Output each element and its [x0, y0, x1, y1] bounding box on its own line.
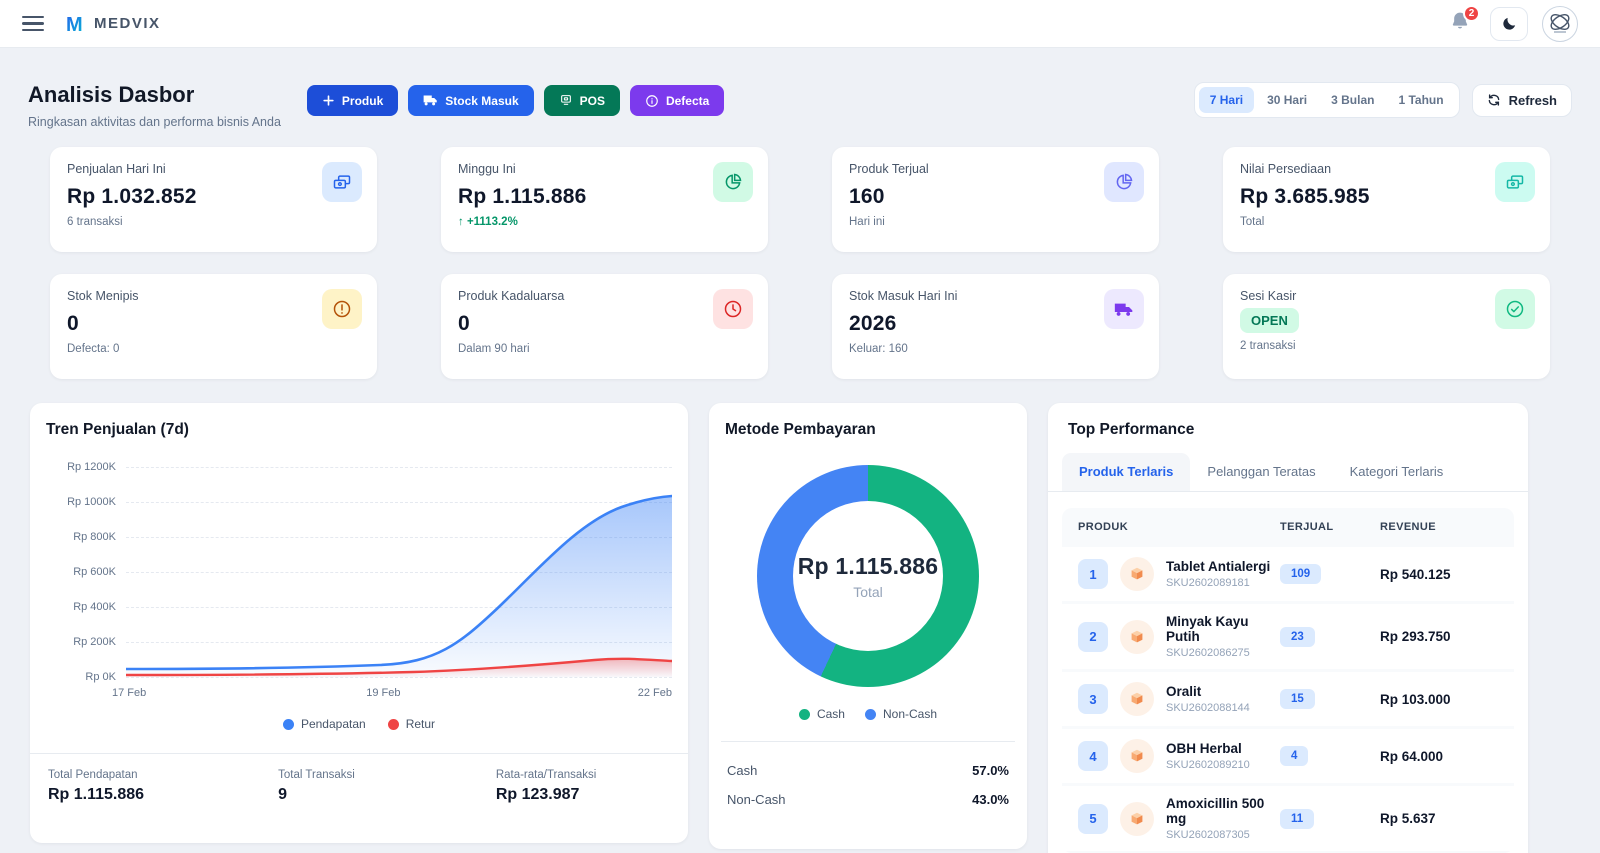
top-products-table: PRODUK TERJUAL REVENUE 1 Tablet Antialer…	[1062, 508, 1514, 853]
rank-badge: 3	[1078, 684, 1108, 714]
truck-icon	[1104, 289, 1144, 329]
cash-legend-dot	[798, 708, 810, 720]
pie-chart-icon	[713, 162, 753, 202]
top-performance-tabs: Produk Terlaris Pelanggan Teratas Katego…	[1048, 453, 1528, 492]
trend-summary: Total Pendapatan Rp 1.115.886 Total Trans…	[48, 769, 597, 803]
svg-text:M: M	[66, 14, 83, 35]
trend-lines	[126, 494, 672, 677]
stat-card-produk-kadaluarsa: Produk Kadaluarsa 0 Dalam 90 hari	[441, 274, 768, 379]
rank-badge: 5	[1078, 803, 1108, 834]
refresh-icon	[1488, 94, 1499, 106]
trend-legend: Pendapatan Retur	[46, 717, 672, 731]
page-subtitle: Ringkasan aktivitas dan performa bisnis …	[28, 115, 281, 129]
qty-badge: 109	[1280, 564, 1322, 584]
table-row[interactable]: 3 Oralit SKU2602088144 15 Rp 103.000	[1062, 672, 1514, 726]
truck-icon	[423, 95, 438, 106]
pos-button[interactable]: POS	[543, 85, 620, 116]
tab-pelanggan-teratas[interactable]: Pelanggan Teratas	[1190, 453, 1332, 491]
stat-card-stok-masuk: Stok Masuk Hari Ini 2026 Keluar: 160	[832, 274, 1159, 379]
produk-button[interactable]: Produk	[306, 85, 399, 116]
status-badge: OPEN	[1240, 308, 1299, 333]
noncash-legend-dot	[864, 708, 876, 720]
donut-center-value: Rp 1.115.886	[797, 552, 939, 579]
trend-chart[interactable]: Rp 1200K Rp 1000K Rp 800K Rp 600K Rp 400…	[67, 461, 672, 683]
rank-badge: 4	[1078, 741, 1108, 771]
stat-card-produk-terjual: Produk Terjual 160 Hari ini	[832, 147, 1159, 252]
refresh-button[interactable]: Refresh	[1471, 83, 1572, 117]
trend-chart-panel: Tren Penjualan (7d) Rp 1200K Rp 1000K Rp…	[30, 403, 688, 843]
qty-badge: 11	[1280, 808, 1315, 829]
payment-breakdown: Cash 57.0% Non-Cash 43.0%	[727, 763, 1009, 807]
period-30-hari[interactable]: 30 Hari	[1256, 87, 1318, 113]
period-3-bulan[interactable]: 3 Bulan	[1320, 87, 1385, 113]
donut-center-label: Total	[853, 583, 883, 600]
banknotes-icon	[322, 162, 362, 202]
qty-badge: 4	[1280, 746, 1309, 766]
page-title: Analisis Dasbor	[28, 82, 195, 107]
retur-legend-dot	[387, 718, 399, 730]
medvix-logo-icon: M	[66, 14, 83, 35]
dark-mode-toggle[interactable]	[1490, 6, 1528, 41]
stock-masuk-button[interactable]: Stock Masuk	[408, 85, 534, 116]
tab-kategori-terlaris[interactable]: Kategori Terlaris	[1333, 453, 1461, 491]
plus-icon	[323, 95, 334, 106]
qty-badge: 23	[1280, 626, 1315, 647]
clock-icon	[713, 289, 753, 329]
top-performance-panel: Top Performance Produk Terlaris Pelangga…	[1048, 403, 1528, 853]
payment-title: Metode Pembayaran	[725, 421, 876, 438]
banknotes-icon	[1495, 162, 1535, 202]
payment-legend: Cash Non-Cash	[725, 707, 1011, 721]
stat-card-sesi-kasir: Sesi Kasir OPEN 2 transaksi	[1223, 274, 1550, 379]
topbar: M MEDVIX 2	[0, 0, 1600, 48]
rank-badge: 2	[1078, 621, 1108, 652]
brand-logo[interactable]: M MEDVIX	[64, 13, 161, 35]
defecta-button[interactable]: Defecta	[629, 85, 725, 116]
package-icon	[1120, 557, 1154, 591]
top-performance-title: Top Performance	[1068, 421, 1195, 438]
check-circle-icon	[1495, 289, 1535, 329]
alert-circle-icon	[322, 289, 362, 329]
payment-donut-chart[interactable]: Rp 1.115.886 Total	[757, 465, 979, 687]
table-row[interactable]: 4 OBH Herbal SKU2602089210 4 Rp 64.000	[1062, 729, 1514, 783]
info-circle-icon	[646, 94, 658, 107]
tab-produk-terlaris[interactable]: Produk Terlaris	[1062, 453, 1191, 491]
package-icon	[1120, 739, 1154, 773]
avatar-logo-icon	[1550, 13, 1570, 33]
period-7-hari[interactable]: 7 Hari	[1198, 87, 1255, 113]
avatar[interactable]	[1542, 5, 1578, 42]
pendapatan-legend-dot	[282, 718, 294, 730]
qty-badge: 15	[1280, 689, 1315, 709]
menu-icon[interactable]	[22, 12, 44, 36]
page-header: Analisis Dasbor Ringkasan aktivitas dan …	[28, 82, 1572, 129]
trend-chart-title: Tren Penjualan (7d)	[46, 421, 189, 438]
package-icon	[1120, 619, 1154, 654]
brand-name: MEDVIX	[94, 15, 161, 32]
stat-card-stok-menipis: Stok Menipis 0 Defecta: 0	[50, 274, 377, 379]
stat-card-penjualan-hari-ini: Penjualan Hari Ini Rp 1.032.852 6 transa…	[50, 147, 377, 252]
table-header: PRODUK TERJUAL REVENUE	[1078, 521, 1436, 533]
stats-grid: Penjualan Hari Ini Rp 1.032.852 6 transa…	[28, 147, 1572, 379]
pos-terminal-icon	[560, 95, 571, 105]
rank-badge: 1	[1078, 559, 1108, 589]
payment-panel: Metode Pembayaran Rp 1.115.886 Total Cas…	[709, 403, 1027, 849]
trend-x-axis: 17 Feb 19 Feb 22 Feb	[112, 687, 672, 699]
pie-chart-icon	[1104, 162, 1144, 202]
table-row[interactable]: 1 Tablet Antialergi SKU2602089181 109 Rp…	[1062, 547, 1514, 601]
package-icon	[1120, 682, 1154, 716]
package-icon	[1120, 801, 1154, 836]
table-row[interactable]: 2 Minyak Kayu Putih SKU2602086275 23 Rp …	[1062, 604, 1514, 669]
period-selector: 7 Hari 30 Hari 3 Bulan 1 Tahun	[1193, 82, 1460, 118]
moon-icon	[1502, 17, 1515, 30]
notifications-button[interactable]: 2	[1444, 5, 1480, 40]
period-1-tahun[interactable]: 1 Tahun	[1387, 87, 1454, 113]
table-row[interactable]: 5 Amoxicillin 500 mg SKU2602087305 11 Rp…	[1062, 786, 1514, 851]
stat-card-nilai-persediaan: Nilai Persediaan Rp 3.685.985 Total	[1223, 147, 1550, 252]
stat-card-minggu-ini: Minggu Ini Rp 1.115.886 ↑ +1113.2%	[441, 147, 768, 252]
notification-badge: 2	[1463, 5, 1480, 22]
